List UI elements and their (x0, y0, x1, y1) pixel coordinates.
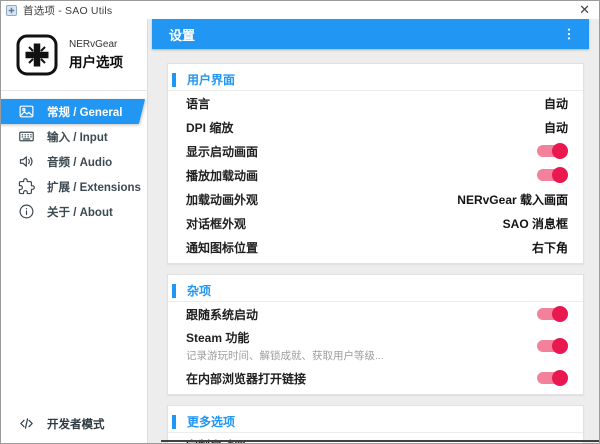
sidebar-item-about[interactable]: 关于 / About (1, 199, 147, 224)
setting-label-group: 播放加载动画 (186, 167, 258, 184)
sidebar-item-audio[interactable]: 音频 / Audio (1, 149, 147, 174)
section-accent-bar (172, 283, 176, 298)
setting-row-show-splash[interactable]: 显示启动画面 (168, 139, 583, 163)
setting-value: SAO 消息框 (502, 216, 568, 231)
puzzle-icon (18, 178, 35, 195)
setting-label-group: 语言 (186, 95, 210, 112)
sidebar-item-label: 音频 / Audio (47, 156, 113, 169)
code-icon (18, 415, 35, 432)
section-accent-bar (172, 72, 176, 87)
setting-label: 显示启动画面 (186, 144, 259, 159)
toggle-show-splash-on[interactable] (537, 143, 568, 159)
setting-value: NERvGear 载入画面 (457, 192, 568, 207)
sidebar-item-label: 扩展 / Extensions (47, 181, 141, 194)
sidebar-item-label: 输入 / Input (47, 131, 108, 144)
keyboard-icon (18, 128, 35, 145)
section-title: 杂项 (187, 284, 212, 298)
title-bar: 首选项 - SAO Utils ✕ (1, 1, 599, 19)
close-icon[interactable]: ✕ (579, 3, 590, 16)
card-user-interface: 用户界面 语言 自动 DPI 缩放 自动 显示启动画面 播放加载动画 加载动画外观 NERvGe… (167, 63, 584, 264)
developer-mode-label: 开发者模式 (47, 418, 105, 431)
info-icon (18, 203, 35, 220)
setting-label: 语言 (186, 96, 211, 111)
settings-cards: 用户界面 语言 自动 DPI 缩放 自动 显示启动画面 播放加载动画 加载动画外观 NERvGe… (167, 63, 584, 444)
setting-label: 通知图标位置 (186, 240, 259, 255)
setting-label: 在内部浏览器打开链接 (186, 371, 307, 386)
setting-row-steam-features[interactable]: Steam 功能记录游玩时间、解锁成就、获取用户等级... (168, 326, 583, 366)
section-title: 更多选项 (187, 415, 236, 429)
setting-row-loading-anim-skin[interactable]: 加载动画外观 NERvGear 载入画面 (168, 187, 583, 211)
settings-header: 设置 (152, 19, 589, 49)
setting-label-group: Steam 功能记录游玩时间、解锁成就、获取用户等级... (186, 329, 384, 363)
toggle-knob (552, 306, 568, 322)
setting-row-play-loading-anim[interactable]: 播放加载动画 (168, 163, 583, 187)
section-title-row: 杂项 (168, 280, 583, 302)
toggle-knob (552, 143, 568, 159)
setting-label: 加载动画外观 (186, 192, 259, 207)
setting-label-group: 跟随系统启动 (186, 306, 258, 323)
sidebar-item-label: 常规 / General (47, 106, 123, 119)
setting-label-group: 显示启动画面 (186, 143, 258, 160)
setting-row-dialog-skin[interactable]: 对话框外观 SAO 消息框 (168, 211, 583, 235)
settings-pane: 设置 用户界面 语言 自动 DPI 缩放 自动 显示启动画面 播放加载动画 加载动画外观 NER… (149, 19, 599, 443)
toggle-knob (552, 370, 568, 386)
setting-label-group: 通知图标位置 (186, 239, 258, 256)
setting-row-notify-icon-pos[interactable]: 通知图标位置 右下角 (168, 235, 583, 259)
sidebar-menu: 常规 / General 输入 / Input 音频 / Audio 扩展 / Ext… (1, 99, 147, 224)
preferences-window: 首选项 - SAO Utils ✕ NERvGear 用户选项 常规 / Gen… (0, 0, 600, 444)
logo-title: NERvGear (69, 39, 118, 50)
card-misc: 杂项跟随系统启动 Steam 功能记录游玩时间、解锁成就、获取用户等级... 在内部… (167, 274, 584, 395)
setting-label-group: DPI 缩放 (186, 119, 233, 136)
section-title-row: 用户界面 (168, 69, 583, 91)
setting-label: DPI 缩放 (186, 120, 234, 135)
app-icon (6, 4, 17, 16)
setting-row-start-with-system[interactable]: 跟随系统启动 (168, 302, 583, 326)
setting-label-group: 对话框外观 (186, 215, 246, 232)
setting-label: 对话框外观 (186, 216, 247, 231)
toggle-knob (552, 338, 568, 354)
toggle-steam-features-on[interactable] (537, 338, 568, 354)
sidebar-item-general[interactable]: 常规 / General (1, 99, 147, 124)
toggle-open-in-browser-on[interactable] (537, 370, 568, 386)
card-more-options: 更多选项定制启动器...定制托盘图标... (167, 405, 584, 444)
setting-label-group: 在内部浏览器打开链接 (186, 370, 306, 387)
setting-sublabel: 记录游玩时间、解锁成就、获取用户等级... (186, 350, 384, 362)
image-icon (18, 103, 35, 120)
nervgear-plus-logo-icon (15, 33, 59, 77)
logo-subtitle: 用户选项 (69, 55, 123, 70)
sidebar-item-extensions[interactable]: 扩展 / Extensions (1, 174, 147, 199)
window-title: 首选项 - SAO Utils (23, 4, 113, 17)
setting-label: Steam 功能 (186, 331, 250, 345)
setting-label: 播放加载动画 (186, 168, 259, 183)
setting-value: 自动 (543, 120, 568, 135)
setting-row-language[interactable]: 语言 自动 (168, 91, 583, 115)
developer-mode-button[interactable]: 开发者模式 (18, 415, 105, 432)
setting-value: 自动 (543, 96, 568, 111)
section-title: 用户界面 (187, 73, 236, 87)
section-title-row: 更多选项 (168, 411, 583, 433)
setting-row-open-in-browser[interactable]: 在内部浏览器打开链接 (168, 366, 583, 390)
logo-block: NERvGear 用户选项 (1, 19, 147, 91)
setting-row-customize-launcher[interactable]: 定制启动器... (168, 433, 583, 444)
toggle-start-with-system-on[interactable] (537, 306, 568, 322)
sidebar-item-input[interactable]: 输入 / Input (1, 124, 147, 149)
setting-label-group: 加载动画外观 (186, 191, 258, 208)
section-accent-bar (172, 414, 176, 429)
window-bottom-edge (161, 440, 599, 442)
logo-text: NERvGear 用户选项 (69, 39, 123, 71)
sidebar-item-label: 关于 / About (47, 206, 113, 219)
kebab-menu-icon[interactable] (561, 26, 577, 42)
toggle-knob (552, 167, 568, 183)
settings-title: 设置 (169, 27, 196, 43)
setting-row-dpi-scale[interactable]: DPI 缩放 自动 (168, 115, 583, 139)
speaker-icon (18, 153, 35, 170)
setting-value: 右下角 (531, 240, 568, 255)
sidebar: NERvGear 用户选项 常规 / General 输入 / Input 音频 /… (1, 19, 148, 443)
toggle-play-loading-anim-on[interactable] (537, 167, 568, 183)
setting-label: 跟随系统启动 (186, 307, 259, 322)
